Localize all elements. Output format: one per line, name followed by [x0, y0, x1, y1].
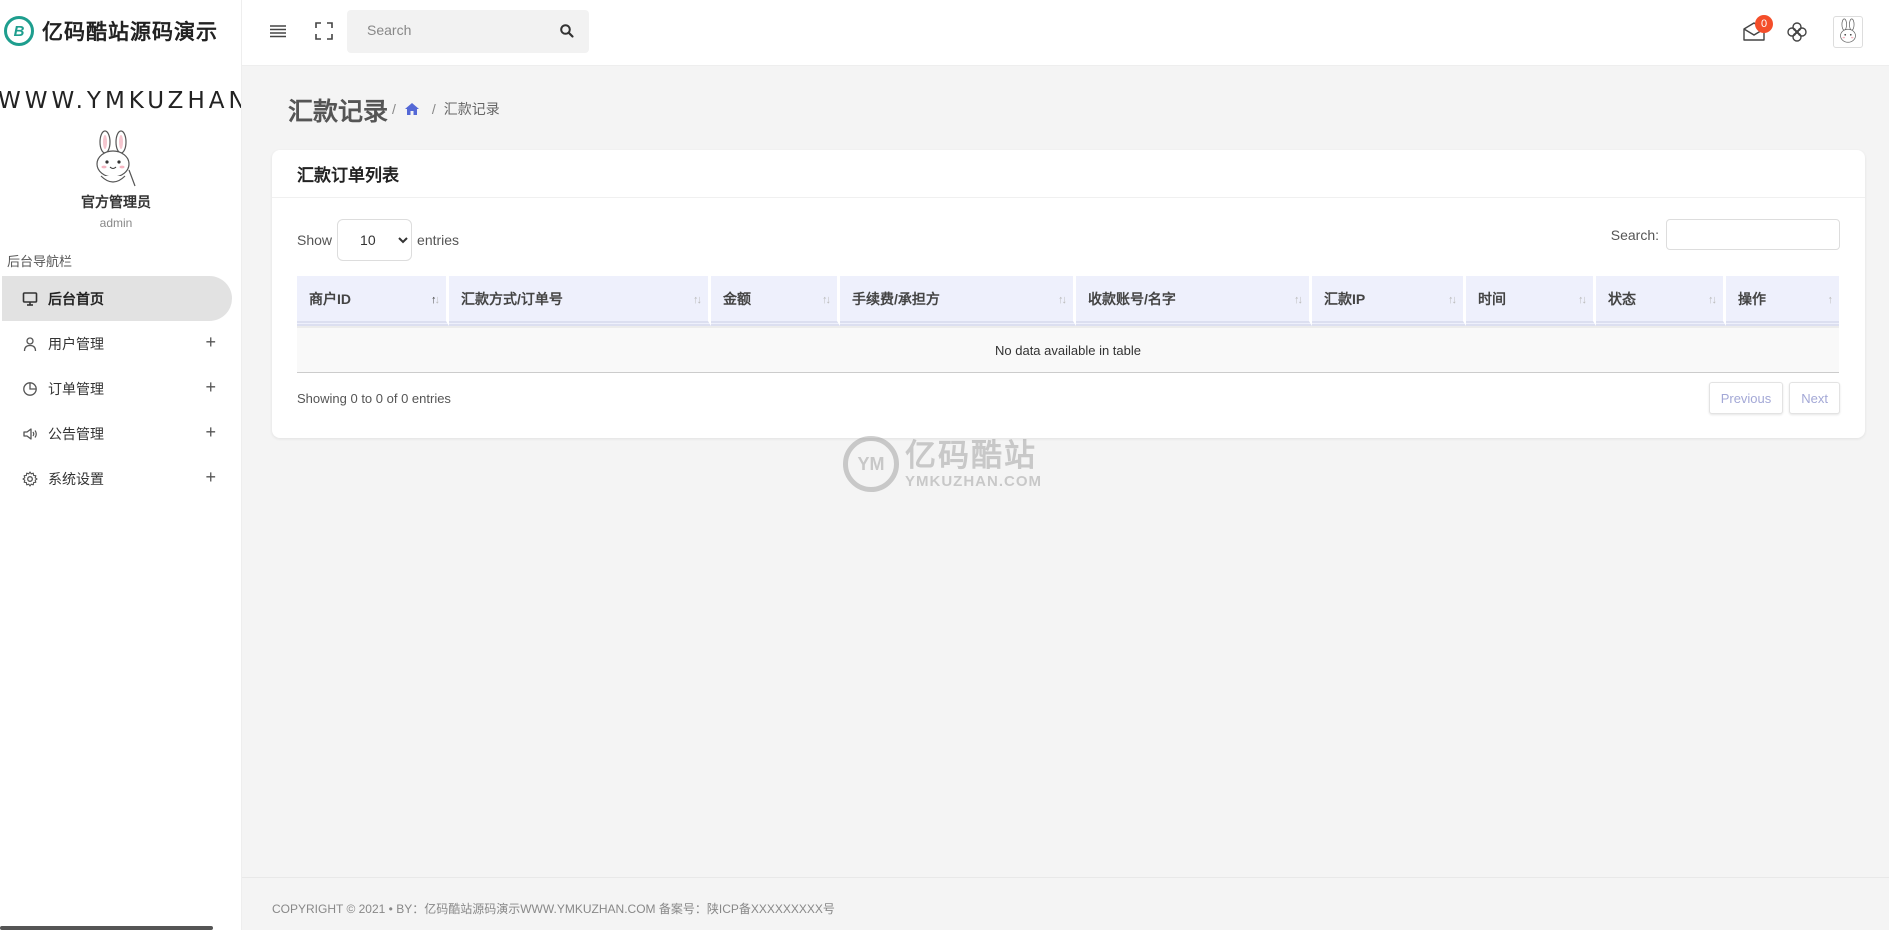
column-header-actions[interactable]: 操作 ↑ — [1726, 276, 1839, 326]
notification-badge: 0 — [1755, 15, 1773, 33]
sort-icon: ↑↓ — [822, 294, 831, 306]
user-role: admin — [99, 216, 133, 230]
empty-table-message: No data available in table — [297, 326, 1839, 373]
table-search-label: Search: — [1610, 226, 1659, 243]
home-icon[interactable] — [404, 102, 420, 117]
sidebar-item-dashboard[interactable]: 后台首页 — [2, 276, 232, 321]
sort-icon: ↑↓ — [1294, 294, 1303, 306]
sidebar-item-orders[interactable]: 订单管理 + — [0, 366, 232, 411]
sidebar-scrollbar[interactable] — [0, 926, 213, 930]
expand-plus-icon[interactable]: + — [205, 468, 216, 486]
sidebar: B 亿码酷站源码演示 WWW.YMKUZHAN.CC 官方管理员 admin 后… — [0, 0, 242, 930]
card-header: 汇款订单列表 — [272, 150, 1865, 198]
table-header-row: 商户ID ↑↓ 汇款方式/订单号 ↑↓ 金额 ↑↓ 手续费/承担方 ↑↓ 收款账号/名字… — [297, 276, 1839, 326]
user-avatar[interactable] — [83, 130, 143, 188]
pie-chart-icon — [22, 381, 38, 397]
watermark-cn: 亿码酷站 — [905, 437, 1037, 474]
sort-icon: ↑ — [1827, 294, 1833, 306]
sort-icon: ↑↓ — [1578, 294, 1587, 306]
sidebar-item-label: 订单管理 — [48, 380, 104, 397]
user-name: 官方管理员 — [81, 194, 151, 210]
top-search — [347, 10, 589, 53]
sidebar-nav: 后台首页 用户管理 + 订单管理 + 公告管理 + 系统设置 + — [0, 276, 232, 501]
footer-copyright: COPYRIGHT © 2021 • BY：亿码酷站源码演示WWW.YMKUZH… — [272, 902, 835, 916]
sidebar-item-label: 系统设置 — [48, 470, 104, 487]
theme-flower-icon[interactable] — [1786, 21, 1808, 43]
column-header-ip[interactable]: 汇款IP ↑↓ — [1312, 276, 1466, 326]
search-icon[interactable] — [559, 23, 575, 39]
sidebar-item-users[interactable]: 用户管理 + — [0, 321, 232, 366]
sidebar-item-label: 公告管理 — [48, 425, 104, 442]
sidebar-item-label: 后台首页 — [48, 290, 104, 307]
table-search-input[interactable] — [1666, 219, 1840, 250]
menu-toggle-icon[interactable] — [268, 21, 288, 41]
next-button[interactable]: Next — [1789, 382, 1840, 414]
column-header-merchant-id[interactable]: 商户ID ↑↓ — [297, 276, 449, 326]
remittance-card: 汇款订单列表 Show 10 entries Search: 商户ID ↑↓ 汇款… — [272, 150, 1865, 438]
entries-label: entries — [417, 232, 460, 248]
sort-icon: ↑↓ — [1058, 294, 1067, 306]
fullscreen-icon[interactable] — [314, 21, 334, 41]
show-label: Show — [297, 232, 333, 248]
sort-icon: ↑↓ — [693, 294, 702, 306]
sort-icon: ↑↓ — [431, 294, 440, 306]
search-input[interactable] — [367, 22, 547, 38]
sort-icon: ↑↓ — [1708, 294, 1717, 306]
watermark-text: 亿码酷站 YMKUZHAN.COM — [905, 439, 1042, 490]
expand-plus-icon[interactable]: + — [205, 333, 216, 351]
page-length-select[interactable]: 10 — [337, 219, 413, 261]
page-title: 汇款记录 — [288, 97, 389, 126]
brand-logo-icon: B — [4, 16, 34, 46]
gear-icon — [22, 470, 38, 487]
length-control: Show 10 entries — [297, 219, 459, 261]
brand[interactable]: B 亿码酷站源码演示 — [0, 0, 241, 62]
card-title: 汇款订单列表 — [297, 166, 399, 186]
breadcrumb: / / 汇款记录 — [392, 99, 500, 119]
column-header-fee[interactable]: 手续费/承担方 ↑↓ — [840, 276, 1076, 326]
pagination: Previous Next — [1708, 382, 1840, 414]
column-header-amount[interactable]: 金额 ↑↓ — [711, 276, 840, 326]
table-info: Showing 0 to 0 of 0 entries — [297, 391, 451, 406]
table-search-control: Search: — [1611, 219, 1840, 250]
table-row: No data available in table — [297, 326, 1839, 373]
column-header-status[interactable]: 状态 ↑↓ — [1596, 276, 1726, 326]
expand-plus-icon[interactable]: + — [205, 423, 216, 441]
brand-name: 亿码酷站源码演示 — [42, 20, 218, 44]
monitor-icon — [22, 291, 38, 307]
column-header-account[interactable]: 收款账号/名字 ↑↓ — [1076, 276, 1312, 326]
remittance-table: 商户ID ↑↓ 汇款方式/订单号 ↑↓ 金额 ↑↓ 手续费/承担方 ↑↓ 收款账号/名字… — [297, 276, 1839, 373]
watermark-en: YMKUZHAN.COM — [905, 472, 1042, 490]
breadcrumb-separator: / — [392, 101, 396, 117]
watermark-circle-icon: YM — [843, 436, 899, 492]
user-icon — [22, 336, 38, 352]
speaker-icon — [22, 426, 38, 442]
breadcrumb-current: 汇款记录 — [443, 101, 500, 117]
sidebar-item-announcements[interactable]: 公告管理 + — [0, 411, 232, 456]
sidebar-item-settings[interactable]: 系统设置 + — [0, 456, 232, 501]
previous-button[interactable]: Previous — [1708, 382, 1784, 414]
column-header-time[interactable]: 时间 ↑↓ — [1466, 276, 1596, 326]
top-avatar[interactable] — [1833, 16, 1863, 48]
sidebar-item-label: 用户管理 — [48, 335, 104, 352]
footer: COPYRIGHT © 2021 • BY：亿码酷站源码演示WWW.YMKUZH… — [242, 877, 1889, 930]
watermark-logo: YM 亿码酷站 YMKUZHAN.COM — [843, 436, 1042, 492]
topbar — [242, 0, 1889, 66]
breadcrumb-separator: / — [431, 101, 436, 117]
site-url-banner: WWW.YMKUZHAN.CC — [0, 88, 241, 114]
column-header-method-order[interactable]: 汇款方式/订单号 ↑↓ — [449, 276, 711, 326]
sort-icon: ↑↓ — [1448, 294, 1457, 306]
nav-heading: 后台导航栏 — [7, 254, 73, 269]
expand-plus-icon[interactable]: + — [205, 378, 216, 396]
